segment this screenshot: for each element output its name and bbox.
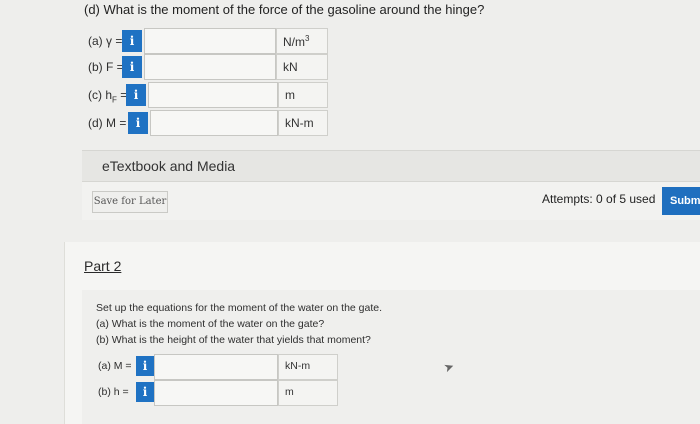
prompt-line: (a) What is the moment of the water on t… [96, 318, 325, 330]
footer-bar: Save for Later Attempts: 0 of 5 used Sub… [82, 182, 700, 220]
height-input[interactable] [148, 82, 278, 108]
unit-label: kN-m [278, 354, 338, 380]
answer-row-water-moment: (a) M = i kN-m [98, 354, 338, 380]
gamma-input[interactable] [144, 28, 276, 54]
info-icon[interactable]: i [126, 84, 146, 106]
answer-row-force: (b) F = i kN [88, 54, 328, 80]
answer-row-moment: (d) M = i kN-m [88, 110, 328, 136]
submit-button[interactable]: Submit [662, 187, 700, 215]
answer-label: (c) hF = [88, 88, 128, 105]
moment-input[interactable] [150, 110, 278, 136]
page: (d) What is the moment of the force of t… [0, 0, 700, 424]
info-icon[interactable]: i [136, 382, 154, 402]
answer-label: (b) F = [88, 60, 124, 74]
water-moment-input[interactable] [154, 354, 278, 380]
unit-label: N/m3 [276, 28, 328, 54]
answer-label: (a) γ = [88, 34, 123, 48]
unit-label: m [278, 82, 328, 108]
unit-label: m [278, 380, 338, 406]
force-input[interactable] [144, 54, 276, 80]
answer-label: (d) M = [88, 116, 127, 130]
etextbook-media-label: eTextbook and Media [102, 158, 236, 174]
part-2-title[interactable]: Part 2 [84, 258, 121, 274]
info-icon[interactable]: i [122, 56, 142, 78]
info-icon[interactable]: i [128, 112, 148, 134]
prompt-line: (b) What is the height of the water that… [96, 334, 371, 346]
info-icon[interactable]: i [122, 30, 142, 52]
answer-row-water-height: (b) h = i m [98, 380, 338, 406]
save-for-later-button[interactable]: Save for Later [92, 191, 168, 213]
etextbook-media-bar[interactable]: eTextbook and Media [82, 150, 700, 182]
water-height-input[interactable] [154, 380, 278, 406]
unit-label: kN-m [278, 110, 328, 136]
answer-row-height: (c) hF = i m [88, 82, 328, 108]
unit-label: kN [276, 54, 328, 80]
answer-label: (a) M = [98, 360, 132, 372]
prompt-line: Set up the equations for the moment of t… [96, 302, 383, 314]
attempts-counter: Attempts: 0 of 5 used [542, 192, 656, 206]
answer-label: (b) h = [98, 386, 129, 398]
question-header: (d) What is the moment of the force of t… [84, 2, 485, 17]
info-icon[interactable]: i [136, 356, 154, 376]
answer-row-gamma: (a) γ = i N/m3 [88, 28, 328, 54]
